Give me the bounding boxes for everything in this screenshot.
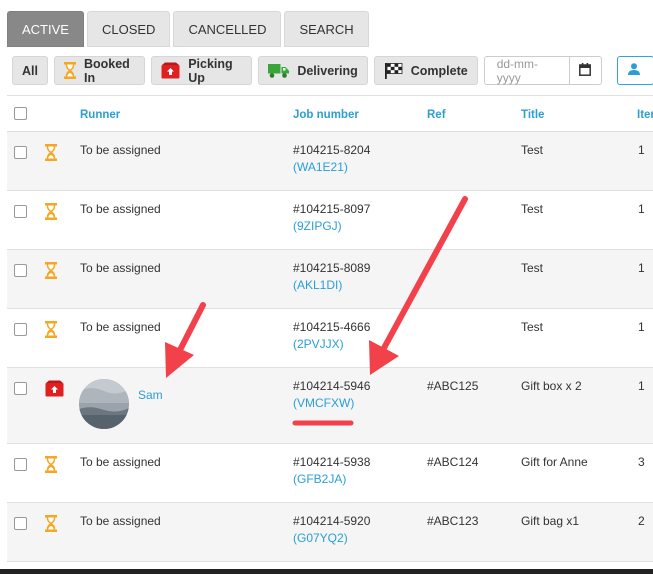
table-row[interactable]: To be assigned #104215-8204 (WA1E21) Tes… bbox=[7, 132, 653, 191]
select-all-checkbox[interactable] bbox=[14, 107, 27, 120]
job-title: Test bbox=[521, 202, 544, 216]
job-code-link[interactable]: (AKL1DI) bbox=[293, 278, 342, 292]
status-tabs: ACTIVE CLOSED CANCELLED SEARCH bbox=[7, 11, 369, 47]
row-checkbox[interactable] bbox=[14, 146, 27, 159]
hourglass-icon bbox=[45, 262, 57, 282]
row-checkbox[interactable] bbox=[14, 382, 27, 395]
package-icon bbox=[45, 380, 64, 400]
filter-booked-in-button[interactable]: Booked In bbox=[53, 56, 146, 85]
window-bottom-border bbox=[0, 569, 653, 574]
table-row[interactable]: Sam #104214-5946 (VMCFXW) #ABC125 Gift b… bbox=[7, 368, 653, 444]
job-title: Gift for Anne bbox=[521, 455, 588, 469]
tab-cancelled[interactable]: CANCELLED bbox=[173, 11, 282, 47]
job-code-link[interactable]: (G07YQ2) bbox=[293, 531, 348, 545]
hourglass-icon bbox=[45, 515, 57, 535]
job-items: 1 bbox=[638, 320, 645, 334]
row-checkbox[interactable] bbox=[14, 205, 27, 218]
runner-name: To be assigned bbox=[80, 455, 161, 469]
job-title: Gift bag x1 bbox=[521, 514, 580, 528]
job-number: #104214-5920 bbox=[293, 514, 371, 528]
date-input[interactable]: dd-mm-yyyy bbox=[483, 56, 570, 85]
job-ref: #ABC124 bbox=[427, 455, 479, 469]
row-checkbox[interactable] bbox=[14, 264, 27, 277]
runner-name: To be assigned bbox=[80, 143, 161, 157]
job-items: 1 bbox=[638, 143, 645, 157]
table-header: Runner Job number Ref Title Iter bbox=[7, 95, 653, 132]
job-ref: #ABC125 bbox=[427, 379, 479, 393]
avatar bbox=[79, 379, 129, 429]
row-checkbox[interactable] bbox=[14, 323, 27, 336]
tab-search[interactable]: SEARCH bbox=[284, 11, 369, 47]
job-code-link[interactable]: (2PVJJX) bbox=[293, 337, 344, 351]
runner-name: To be assigned bbox=[80, 514, 161, 528]
job-title: Test bbox=[521, 261, 544, 275]
tab-active[interactable]: ACTIVE bbox=[7, 11, 84, 47]
column-title[interactable]: Title bbox=[521, 109, 544, 121]
calendar-button[interactable] bbox=[569, 56, 602, 85]
job-items: 1 bbox=[638, 379, 645, 393]
job-ref: #ABC123 bbox=[427, 514, 479, 528]
column-job-number[interactable]: Job number bbox=[293, 109, 359, 121]
calendar-icon bbox=[579, 62, 592, 79]
user-icon bbox=[627, 63, 640, 78]
job-title: Gift box x 2 bbox=[521, 379, 582, 393]
job-items: 2 bbox=[638, 514, 645, 528]
column-runner[interactable]: Runner bbox=[80, 109, 120, 121]
filter-all-button[interactable]: All bbox=[12, 56, 48, 85]
row-checkbox[interactable] bbox=[14, 517, 27, 530]
column-items[interactable]: Iter bbox=[637, 109, 653, 121]
table-row[interactable]: To be assigned #104214-5920 (G07YQ2) #AB… bbox=[7, 503, 653, 562]
table-row[interactable]: To be assigned #104215-8097 (9ZIPGJ) Tes… bbox=[7, 191, 653, 250]
filter-all-label: All bbox=[22, 63, 38, 78]
filter-picking-up-label: Picking Up bbox=[188, 56, 233, 85]
filter-delivering-label: Delivering bbox=[297, 63, 358, 78]
checkered-flag-icon bbox=[384, 62, 403, 79]
job-code-link[interactable]: (GFB2JA) bbox=[293, 472, 346, 486]
filter-booked-in-label: Booked In bbox=[83, 56, 130, 85]
runner-name-link[interactable]: Sam bbox=[138, 388, 163, 402]
job-code-link[interactable]: (9ZIPGJ) bbox=[293, 219, 342, 233]
tab-closed[interactable]: CLOSED bbox=[86, 11, 171, 47]
runner-name: To be assigned bbox=[80, 320, 161, 334]
hourglass-icon bbox=[45, 456, 57, 476]
filter-picking-up-button[interactable]: Picking Up bbox=[151, 56, 253, 85]
table-row[interactable]: To be assigned #104214-5938 (GFB2JA) #AB… bbox=[7, 444, 653, 503]
job-number: #104215-8204 bbox=[293, 143, 371, 157]
job-title: Test bbox=[521, 320, 544, 334]
user-filter-button[interactable] bbox=[616, 56, 653, 85]
hourglass-icon bbox=[45, 203, 57, 223]
job-number: #104214-5938 bbox=[293, 455, 371, 469]
job-number: #104215-8089 bbox=[293, 261, 371, 275]
job-number: #104215-4666 bbox=[293, 320, 371, 334]
table-row[interactable]: To be assigned #104215-8089 (AKL1DI) Tes… bbox=[7, 250, 653, 309]
hourglass-icon bbox=[45, 144, 57, 164]
filter-complete-label: Complete bbox=[410, 63, 468, 78]
runner-name: To be assigned bbox=[80, 261, 161, 275]
job-code-link[interactable]: (WA1E21) bbox=[293, 160, 348, 174]
truck-icon bbox=[268, 63, 290, 78]
package-icon bbox=[161, 62, 180, 79]
hourglass-icon bbox=[45, 321, 57, 341]
filter-complete-button[interactable]: Complete bbox=[373, 56, 478, 85]
job-title: Test bbox=[521, 143, 544, 157]
table-row[interactable]: To be assigned #104215-4666 (2PVJJX) Tes… bbox=[7, 309, 653, 368]
runner-name: To be assigned bbox=[80, 202, 161, 216]
job-code-link[interactable]: (VMCFXW) bbox=[293, 396, 354, 410]
filter-delivering-button[interactable]: Delivering bbox=[258, 56, 368, 85]
job-number: #104215-8097 bbox=[293, 202, 371, 216]
hourglass-icon bbox=[63, 62, 76, 79]
jobs-table: Runner Job number Ref Title Iter To be a… bbox=[7, 95, 653, 562]
job-number: #104214-5946 bbox=[293, 379, 371, 393]
row-checkbox[interactable] bbox=[14, 458, 27, 471]
filter-toolbar: All Booked In Picking Up Delivering Comp… bbox=[12, 56, 653, 85]
job-items: 3 bbox=[638, 455, 645, 469]
column-ref[interactable]: Ref bbox=[427, 109, 446, 121]
job-items: 1 bbox=[638, 261, 645, 275]
job-items: 1 bbox=[638, 202, 645, 216]
